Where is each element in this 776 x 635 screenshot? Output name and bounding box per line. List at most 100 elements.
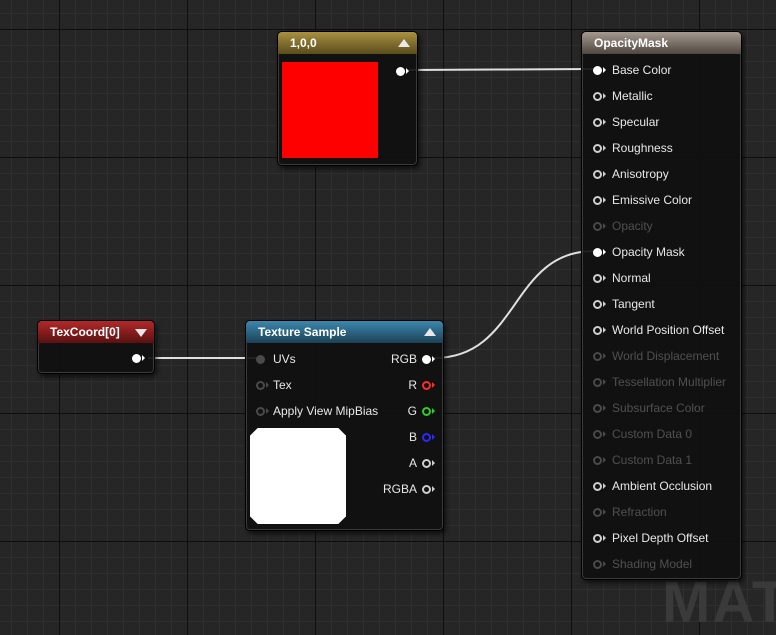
material-input-label: Emissive Color (612, 193, 693, 207)
constant-output-pin[interactable] (396, 67, 405, 76)
pin-arrow-icon (603, 275, 606, 281)
pin-arrow-icon (432, 486, 435, 492)
b-output-pin[interactable] (422, 433, 431, 442)
rgb-output-label: RGB (390, 352, 417, 366)
pin-arrow-icon (603, 145, 606, 151)
material-input-label: Tangent (612, 297, 655, 311)
material-input-label: Base Color (612, 63, 672, 77)
material-input-pin[interactable] (593, 196, 602, 205)
pin-arrow-icon (603, 67, 606, 73)
texture-sample-header[interactable]: Texture Sample (246, 321, 443, 343)
constant-node-header[interactable]: 1,0,0 (278, 32, 417, 54)
texcoord-node[interactable]: TexCoord[0] (37, 320, 155, 374)
pin-arrow-icon (603, 431, 606, 437)
pin-arrow-icon (603, 483, 606, 489)
pin-arrow-icon (603, 119, 606, 125)
material-input-label: Custom Data 1 (612, 453, 693, 467)
pin-arrow-icon (603, 223, 606, 229)
material-input-pin (593, 508, 602, 517)
pin-arrow-icon (266, 382, 269, 388)
rgba-output-pin[interactable] (422, 485, 431, 494)
material-input-pin[interactable] (593, 274, 602, 283)
r-output-pin[interactable] (422, 381, 431, 390)
pin-arrow-icon (603, 535, 606, 541)
material-result-node[interactable]: OpacityMask Base Color Metallic Specular Ro… (581, 31, 742, 580)
material-input-pin[interactable] (593, 248, 602, 257)
material-input-pin[interactable] (593, 326, 602, 335)
collapse-arrow-icon[interactable] (424, 328, 436, 336)
rgb-output-pin[interactable] (422, 355, 431, 364)
material-input-label: Anisotropy (612, 167, 669, 181)
material-input-pin (593, 430, 602, 439)
pin-arrow-icon (432, 408, 435, 414)
a-output-pin[interactable] (422, 459, 431, 468)
pin-arrow-icon (603, 171, 606, 177)
texcoord-output-pin[interactable] (132, 354, 141, 363)
pin-arrow-icon (603, 327, 606, 333)
material-input-pin[interactable] (593, 66, 602, 75)
pin-arrow-icon (142, 355, 145, 361)
pin-arrow-icon (603, 301, 606, 307)
material-input-label: Normal (612, 271, 651, 285)
pin-arrow-icon (603, 197, 606, 203)
tex-input-label: Tex (273, 378, 292, 392)
pin-arrow-icon (603, 561, 606, 567)
material-input-pin[interactable] (593, 170, 602, 179)
pin-arrow-icon (432, 356, 435, 362)
material-input-label: Opacity Mask (612, 245, 685, 259)
pin-arrow-icon (603, 379, 606, 385)
material-input-pin (593, 352, 602, 361)
pin-arrow-icon (432, 434, 435, 440)
mipbias-input-pin[interactable] (256, 407, 265, 416)
material-input-label: World Position Offset (612, 323, 725, 337)
material-input-pin (593, 456, 602, 465)
pin-arrow-icon (603, 353, 606, 359)
material-input-pin[interactable] (593, 92, 602, 101)
g-output-pin[interactable] (422, 407, 431, 416)
material-input-label: Specular (612, 115, 660, 129)
material-input-pin[interactable] (593, 118, 602, 127)
uvs-input-label: UVs (273, 352, 296, 366)
material-input-pin[interactable] (593, 144, 602, 153)
texture-sample-node[interactable]: Texture Sample UVs Tex Apply View MipBia… (245, 320, 444, 531)
uvs-input-pin[interactable] (256, 355, 265, 364)
pin-arrow-icon (266, 408, 269, 414)
material-input-label: Custom Data 0 (612, 427, 693, 441)
expand-arrow-icon[interactable] (135, 329, 147, 337)
material-input-pin (593, 404, 602, 413)
pin-arrow-icon (603, 405, 606, 411)
material-input-label: Tessellation Multiplier (612, 375, 727, 389)
material-input-pin[interactable] (593, 300, 602, 309)
material-input-label: Metallic (612, 89, 653, 103)
color-preview-swatch (282, 62, 378, 158)
a-output-label: A (408, 456, 417, 470)
texcoord-node-header[interactable]: TexCoord[0] (38, 321, 154, 343)
wire-rgb-to-opacity-mask[interactable] (433, 250, 595, 359)
material-input-label: Pixel Depth Offset (612, 531, 709, 545)
material-result-title: OpacityMask (594, 36, 669, 50)
pin-arrow-icon (603, 457, 606, 463)
constant-node[interactable]: 1,0,0 (277, 31, 418, 166)
material-input-label: Shading Model (612, 557, 693, 571)
mipbias-input-label: Apply View MipBias (273, 404, 379, 418)
texture-preview-thumbnail (250, 428, 346, 524)
material-input-label: Ambient Occlusion (612, 479, 713, 493)
constant-node-title: 1,0,0 (290, 36, 317, 50)
g-output-label: G (407, 404, 417, 418)
material-input-pin (593, 560, 602, 569)
tex-input-pin[interactable] (256, 381, 265, 390)
pin-arrow-icon (432, 460, 435, 466)
texture-sample-title: Texture Sample (258, 325, 347, 339)
pin-arrow-icon (432, 382, 435, 388)
wire-constant-to-base-color[interactable] (408, 68, 595, 71)
material-input-pin[interactable] (593, 534, 602, 543)
material-result-header[interactable]: OpacityMask (582, 32, 741, 54)
material-input-pin (593, 222, 602, 231)
texcoord-node-title: TexCoord[0] (50, 325, 120, 339)
material-input-label: Opacity (612, 219, 653, 233)
material-input-pin (593, 378, 602, 387)
material-input-label: Roughness (612, 141, 673, 155)
material-input-pin[interactable] (593, 482, 602, 491)
pin-arrow-icon (603, 93, 606, 99)
collapse-arrow-icon[interactable] (398, 39, 410, 47)
